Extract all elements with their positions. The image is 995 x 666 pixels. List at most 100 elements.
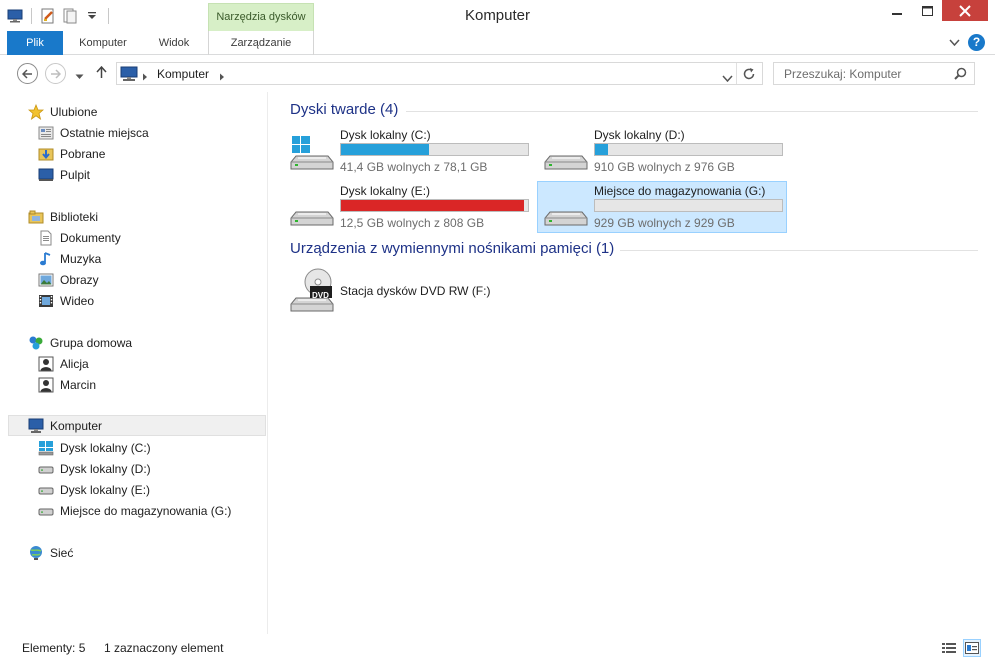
libraries-icon [28, 209, 44, 225]
computer-icon [120, 66, 138, 85]
user-icon [38, 377, 54, 393]
breadcrumb-computer[interactable]: Komputer [157, 67, 209, 81]
sidebar-item-drive-c[interactable]: Dysk lokalny (C:) [38, 437, 151, 458]
recent-locations-button[interactable] [75, 69, 84, 83]
desktop-icon [38, 167, 54, 183]
tab-manage[interactable]: Zarządzanie [208, 31, 314, 55]
hard-drive-icon [38, 461, 54, 477]
details-view-button[interactable] [940, 639, 958, 657]
breadcrumb-separator-icon[interactable] [142, 70, 148, 84]
expand-ribbon-button[interactable] [949, 36, 960, 50]
windows-drive-icon [290, 136, 334, 172]
hard-drive-icon [290, 192, 334, 228]
search-box[interactable] [773, 62, 975, 85]
drive-name: Dysk lokalny (D:) [594, 128, 685, 142]
sidebar-item-label: Komputer [50, 418, 103, 433]
group-header-hard-drives[interactable]: Dyski twarde (4) [290, 101, 398, 118]
up-button[interactable] [96, 65, 107, 82]
drive-free-space: 12,5 GB wolnych z 808 GB [340, 216, 485, 230]
tiles-view-button[interactable] [963, 639, 981, 657]
sidebar-item-label: Dysk lokalny (E:) [60, 482, 151, 497]
address-divider [736, 63, 737, 84]
sidebar-item-network[interactable]: Sieć [28, 542, 73, 563]
sidebar-item-label: Marcin [60, 377, 97, 392]
sidebar-item-label: Dysk lokalny (C:) [60, 440, 151, 455]
sidebar-item-music[interactable]: Muzyka [38, 248, 101, 269]
drive-name: Stacja dysków DVD RW (F:) [340, 284, 491, 298]
chevron-down-icon [75, 74, 84, 79]
drive-tile-c[interactable]: Dysk lokalny (C:) 41,4 GB wolnych z 78,1… [284, 126, 534, 178]
group-header-removable[interactable]: Urządzenia z wymiennymi nośnikami pamięc… [290, 240, 614, 257]
status-items-count: Elementy: 5 [22, 641, 86, 655]
picture-icon [38, 272, 54, 288]
drive-tile-dvd[interactable]: DVD Stacja dysków DVD RW (F:) [284, 264, 534, 316]
breadcrumb-separator-icon[interactable] [219, 70, 225, 84]
hard-drive-icon [38, 482, 54, 498]
close-icon [959, 4, 971, 17]
sidebar-item-user-alicja[interactable]: Alicja [38, 353, 89, 374]
drive-usage-fill [341, 200, 525, 211]
downloads-folder-icon [38, 146, 54, 162]
tab-file[interactable]: Plik [7, 31, 63, 55]
navigation-pane: Ulubione Ostatnie miejsca Pobrane Pulpit… [0, 92, 268, 634]
windows-drive-icon [38, 440, 54, 456]
help-icon: ? [972, 35, 981, 49]
drive-usage-fill [341, 144, 429, 155]
minimize-button[interactable] [882, 0, 912, 21]
drive-name: Miejsce do magazynowania (G:) [594, 184, 766, 198]
dvd-drive-icon: DVD [290, 268, 334, 314]
sidebar-item-libraries[interactable]: Biblioteki [28, 206, 98, 227]
sidebar-item-downloads[interactable]: Pobrane [38, 143, 105, 164]
sidebar-item-documents[interactable]: Dokumenty [38, 227, 121, 248]
user-icon [38, 356, 54, 372]
homegroup-icon [28, 335, 44, 351]
search-icon[interactable] [954, 67, 967, 83]
drive-name: Dysk lokalny (C:) [340, 128, 431, 142]
sidebar-item-favorites[interactable]: Ulubione [28, 101, 97, 122]
drive-usage-bar [594, 199, 783, 212]
tab-computer[interactable]: Komputer [70, 31, 136, 55]
sidebar-item-label: Pulpit [60, 167, 91, 182]
document-icon [38, 230, 54, 246]
drive-tile-g[interactable]: Miejsce do magazynowania (G:) 929 GB wol… [537, 181, 787, 233]
drive-usage-bar [340, 143, 529, 156]
address-history-dropdown[interactable] [722, 71, 733, 85]
recent-places-icon [38, 125, 54, 141]
sidebar-item-label: Miejsce do magazynowania (G:) [60, 503, 232, 518]
forward-button[interactable] [45, 63, 66, 84]
sidebar-item-drive-e[interactable]: Dysk lokalny (E:) [38, 479, 150, 500]
search-input[interactable] [782, 66, 942, 82]
sidebar-item-computer[interactable]: Komputer [8, 415, 266, 436]
dvd-icon-label: DVD [312, 291, 329, 300]
maximize-icon [921, 5, 933, 16]
sidebar-item-drive-g[interactable]: Miejsce do magazynowania (G:) [38, 500, 231, 521]
sidebar-item-homegroup[interactable]: Grupa domowa [28, 332, 132, 353]
sidebar-item-user-marcin[interactable]: Marcin [38, 374, 96, 395]
drive-usage-bar [594, 143, 783, 156]
address-bar[interactable]: Komputer [116, 62, 763, 85]
close-button[interactable] [942, 0, 988, 21]
sidebar-item-videos[interactable]: Wideo [38, 290, 94, 311]
drive-tile-d[interactable]: Dysk lokalny (D:) 910 GB wolnych z 976 G… [538, 126, 788, 178]
back-button[interactable] [17, 63, 38, 84]
sidebar-item-recent-places[interactable]: Ostatnie miejsca [38, 122, 149, 143]
sidebar-item-label: Muzyka [60, 251, 102, 266]
refresh-button[interactable] [742, 67, 756, 84]
window-controls [882, 0, 988, 21]
maximize-button[interactable] [912, 0, 942, 21]
tab-view[interactable]: Widok [144, 31, 204, 55]
sidebar-item-drive-d[interactable]: Dysk lokalny (D:) [38, 458, 151, 479]
hard-drive-icon [544, 136, 588, 172]
refresh-icon [743, 68, 755, 80]
sidebar-item-desktop[interactable]: Pulpit [38, 164, 90, 185]
sidebar-item-label: Ulubione [50, 104, 98, 119]
window-title: Komputer [464, 7, 531, 24]
sidebar-item-pictures[interactable]: Obrazy [38, 269, 99, 290]
ribbon-tabs: Plik Komputer Widok Zarządzanie ? [0, 31, 995, 55]
arrow-left-icon [22, 68, 32, 79]
star-icon [28, 103, 44, 120]
arrow-right-icon [51, 68, 61, 79]
details-view-icon [942, 643, 956, 653]
help-button[interactable]: ? [968, 34, 985, 51]
drive-tile-e[interactable]: Dysk lokalny (E:) 12,5 GB wolnych z 808 … [284, 182, 534, 234]
